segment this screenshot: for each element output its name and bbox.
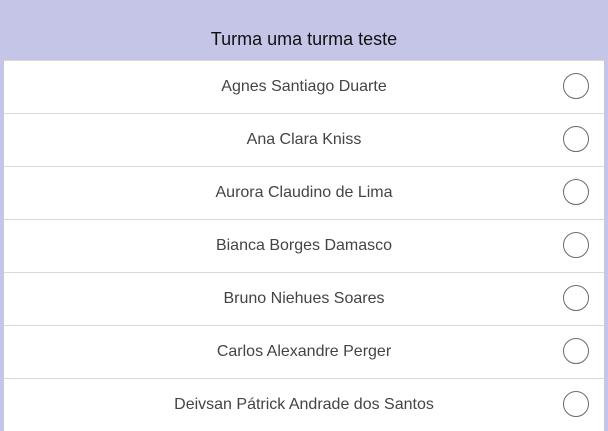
- radio-button[interactable]: [563, 285, 589, 311]
- student-name: Agnes Santiago Duarte: [221, 78, 387, 95]
- list-item[interactable]: Deivsan Pátrick Andrade dos Santos: [4, 379, 604, 431]
- radio-button[interactable]: [563, 391, 589, 417]
- list-item[interactable]: Carlos Alexandre Perger: [4, 326, 604, 379]
- student-name: Bruno Niehues Soares: [223, 290, 385, 307]
- page: Turma uma turma teste Agnes Santiago Dua…: [0, 0, 608, 431]
- header-bar: Turma uma turma teste: [0, 0, 608, 60]
- radio-button[interactable]: [563, 338, 589, 364]
- page-title: Turma uma turma teste: [210, 29, 398, 49]
- student-list: Agnes Santiago Duarte Ana Clara Kniss Au…: [4, 60, 604, 431]
- student-name: Ana Clara Kniss: [246, 131, 362, 148]
- list-item[interactable]: Bianca Borges Damasco: [4, 220, 604, 273]
- radio-button[interactable]: [563, 179, 589, 205]
- radio-button[interactable]: [563, 73, 589, 99]
- student-name: Deivsan Pátrick Andrade dos Santos: [174, 396, 434, 413]
- list-item[interactable]: Aurora Claudino de Lima: [4, 167, 604, 220]
- student-name: Aurora Claudino de Lima: [215, 184, 393, 201]
- radio-button[interactable]: [563, 126, 589, 152]
- student-name: Bianca Borges Damasco: [215, 237, 393, 254]
- list-item[interactable]: Bruno Niehues Soares: [4, 273, 604, 326]
- student-name: Carlos Alexandre Perger: [216, 343, 392, 360]
- list-item[interactable]: Agnes Santiago Duarte: [4, 60, 604, 114]
- list-item[interactable]: Ana Clara Kniss: [4, 114, 604, 167]
- radio-button[interactable]: [563, 232, 589, 258]
